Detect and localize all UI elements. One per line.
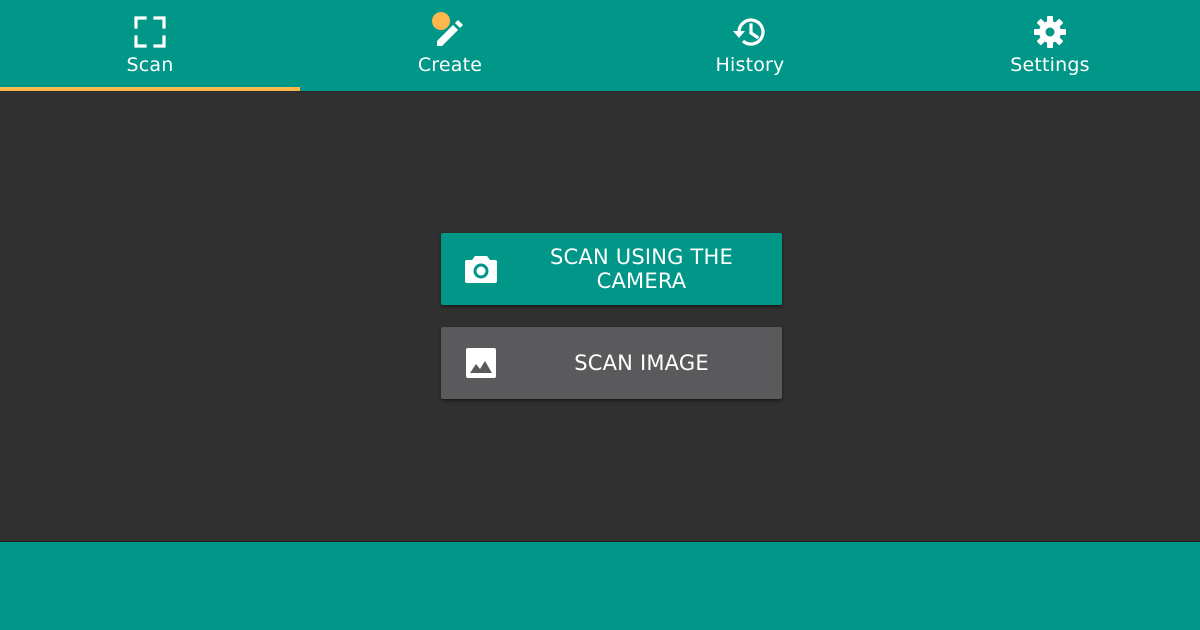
scan-camera-label: SCAN USING THE CAMERA xyxy=(550,245,733,293)
tab-scan-label: Scan xyxy=(126,54,174,76)
image-icon xyxy=(463,345,499,381)
scan-image-label: SCAN IMAGE xyxy=(574,351,709,375)
footer-bar xyxy=(0,542,1200,630)
tab-history[interactable]: History xyxy=(600,0,900,91)
scan-image-button[interactable]: SCAN IMAGE xyxy=(441,327,782,399)
camera-icon xyxy=(463,251,499,287)
history-icon xyxy=(732,14,768,50)
scan-frame-icon xyxy=(132,14,168,50)
tab-bar: Scan Create History Settings xyxy=(0,0,1200,91)
tab-scan[interactable]: Scan xyxy=(0,0,300,91)
tab-settings[interactable]: Settings xyxy=(900,0,1200,91)
app-window: Scan Create History Settings SCAN USING … xyxy=(0,0,1200,630)
scan-panel: SCAN USING THE CAMERA SCAN IMAGE xyxy=(0,91,1200,542)
tab-settings-label: Settings xyxy=(1010,54,1090,76)
pencil-icon xyxy=(432,12,468,50)
scan-camera-button[interactable]: SCAN USING THE CAMERA xyxy=(441,233,782,305)
tab-create[interactable]: Create xyxy=(300,0,600,91)
tab-create-label: Create xyxy=(417,54,483,76)
gear-icon xyxy=(1032,14,1068,50)
tab-history-label: History xyxy=(715,54,785,76)
